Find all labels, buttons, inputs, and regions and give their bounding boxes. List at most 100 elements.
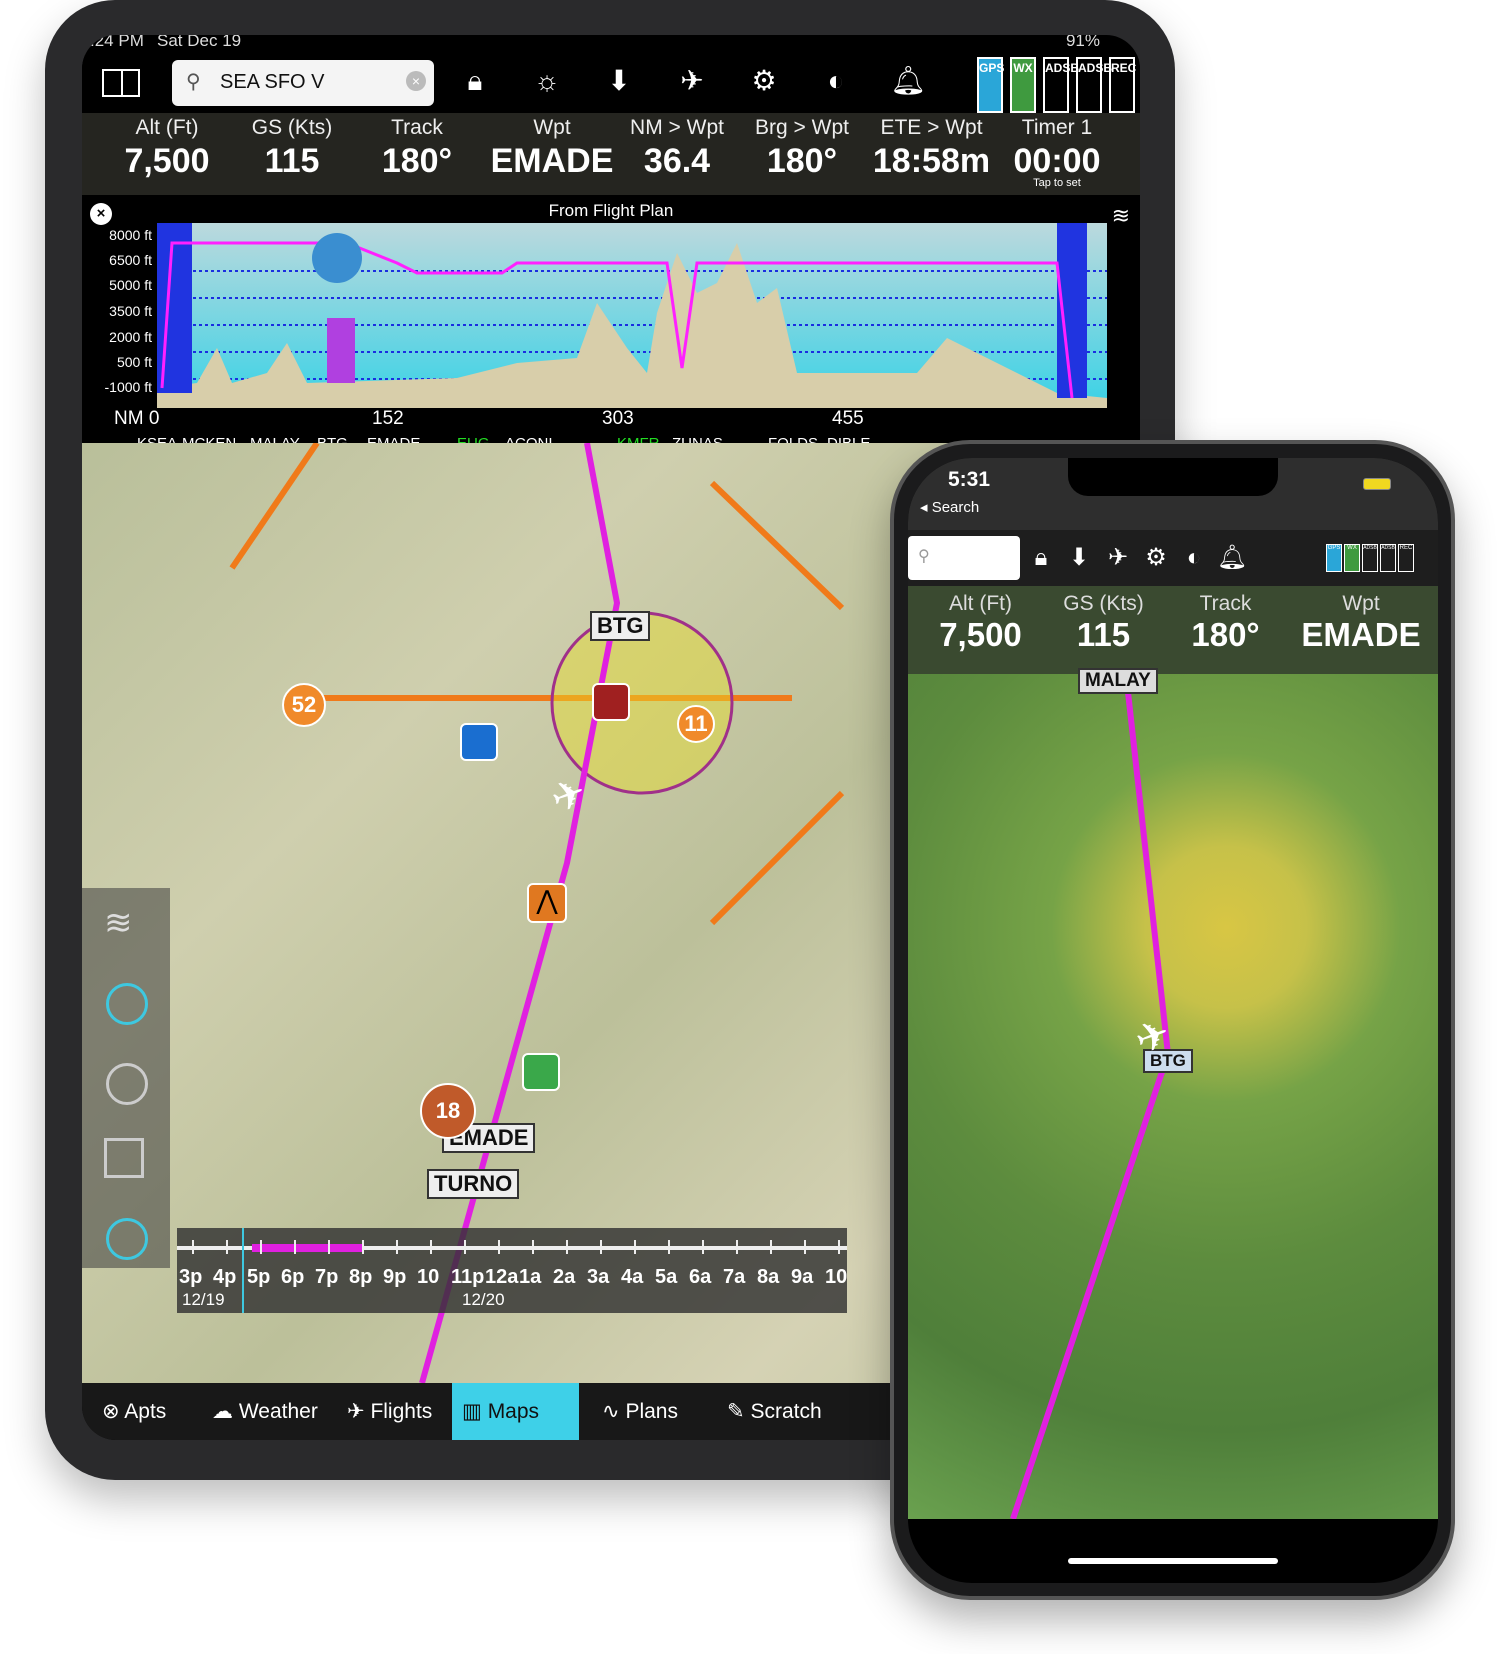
hour-label: 1a: [519, 1266, 542, 1288]
contrast-icon[interactable]: ◐: [818, 63, 854, 99]
restricted-area: [327, 318, 355, 383]
slider-range[interactable]: [252, 1244, 362, 1252]
adsb-badge[interactable]: ADSB: [1043, 57, 1079, 113]
slider-now-marker[interactable]: [242, 1228, 244, 1313]
instrument-nm-wpt[interactable]: NM > Wpt 36.4: [617, 113, 737, 181]
terrain-icon[interactable]: ⋀: [527, 883, 567, 923]
marker-11[interactable]: 11: [677, 705, 715, 743]
layers-icon[interactable]: ≋: [1112, 203, 1130, 229]
weather-time-slider[interactable]: 3p 4p 5p 6p 7p 8p 9p 10 11p 12a 1a 2a 3a 4a 5a 6a 7a 8a 9a…: [177, 1228, 847, 1313]
toolbar: ⚲ SEA SFO V × 🔒︎ ☼ ⬇ ✈ ⚙ ◐ 🔔︎ GPS WX ADSB …: [82, 55, 1140, 115]
bell-icon[interactable]: 🔔︎: [890, 63, 926, 99]
hour-label: 7p: [315, 1266, 339, 1288]
slider-tick: [804, 1240, 806, 1254]
tab-apts[interactable]: ⊗ Apts: [92, 1383, 212, 1440]
gps-badge[interactable]: GPS: [977, 57, 1004, 113]
ownship-marker: [312, 233, 362, 283]
profile-title: From Flight Plan: [548, 201, 674, 220]
phone-route-overlay: [1010, 674, 1172, 1519]
search-icon: ⚲: [918, 548, 930, 565]
back-to-search[interactable]: ◂ Search: [920, 498, 979, 516]
tab-flights[interactable]: ✈ Flights: [337, 1383, 452, 1440]
adsb-badge-2[interactable]: ADSB: [1380, 544, 1396, 572]
instrument-gs[interactable]: GS (Kts) 115: [1041, 592, 1166, 654]
slider-tick: [838, 1240, 840, 1254]
gear-icon[interactable]: ⚙: [746, 63, 782, 99]
phone-search-input[interactable]: ⚲: [908, 536, 1020, 580]
tab-maps[interactable]: ▥ Maps: [452, 1383, 579, 1440]
slider-tick: [634, 1240, 636, 1254]
weather-report-icon-2[interactable]: [592, 683, 630, 721]
instrument-timer[interactable]: Timer 1 00:00 Tap to set: [997, 113, 1117, 189]
gps-badge[interactable]: GPS: [1326, 544, 1342, 572]
download-icon[interactable]: ⬇: [1061, 540, 1097, 576]
wx-badge[interactable]: WX: [1344, 544, 1360, 572]
status-battery: 91%: [1065, 35, 1100, 50]
home-indicator[interactable]: [1068, 1558, 1278, 1564]
instrument-alt[interactable]: Alt (Ft) 7,500: [107, 113, 227, 181]
waypoint-turno[interactable]: TURNO: [427, 1169, 520, 1199]
search-input[interactable]: ⚲ SEA SFO V ×: [172, 60, 434, 106]
phone-status-time: 5:31: [948, 468, 991, 491]
instrument-gs[interactable]: GS (Kts) 115: [232, 113, 352, 181]
brightness-icon[interactable]: ☼: [529, 63, 565, 99]
slider-tick: [430, 1240, 432, 1254]
gear-icon[interactable]: ⚙: [1138, 540, 1174, 576]
y-tick: 500 ft: [116, 354, 152, 370]
weather-report-icon[interactable]: [460, 723, 498, 761]
instrument-wpt[interactable]: Wpt EMADE: [482, 113, 622, 181]
slider-tick: [532, 1240, 534, 1254]
lock-icon[interactable]: 🔒︎: [1023, 540, 1059, 576]
tab-plans[interactable]: ∿ Plans: [592, 1383, 712, 1440]
slider-tick: [260, 1240, 262, 1254]
waypoint-btg[interactable]: BTG: [590, 611, 651, 641]
instrument-alt[interactable]: Alt (Ft) 7,500: [918, 592, 1043, 654]
y-tick: 2000 ft: [109, 329, 152, 345]
instrument-wpt[interactable]: Wpt EMADE: [1286, 592, 1436, 654]
instrument-track[interactable]: Track 180°: [1163, 592, 1288, 654]
3d-view-icon[interactable]: [104, 1138, 144, 1178]
y-tick: -1000 ft: [104, 379, 152, 395]
waypoint-malay[interactable]: MALAY: [1078, 668, 1158, 694]
slider-tick: [498, 1240, 500, 1254]
adsb-badge[interactable]: ADSB: [1362, 544, 1378, 572]
hour-label: 8a: [757, 1266, 780, 1288]
contrast-icon[interactable]: ◐: [1176, 540, 1212, 576]
airplane-icon[interactable]: ✈: [1100, 540, 1136, 576]
date-label: 12/20: [462, 1290, 505, 1309]
hour-label: 9p: [383, 1266, 407, 1288]
download-icon[interactable]: ⬇: [601, 63, 637, 99]
hour-label: 5a: [655, 1266, 678, 1288]
lock-icon[interactable]: 🔒︎: [457, 63, 493, 99]
slider-tick: [464, 1240, 466, 1254]
tab-scratch[interactable]: ✎ Scratch: [717, 1383, 847, 1440]
marker-52[interactable]: 52: [282, 683, 326, 727]
clear-icon[interactable]: ×: [406, 71, 426, 91]
airplane-icon[interactable]: ✈: [674, 63, 710, 99]
slider-tick: [362, 1240, 364, 1254]
rec-badge[interactable]: REC: [1109, 57, 1136, 113]
slider-tick: [600, 1240, 602, 1254]
tree-icon[interactable]: [522, 1053, 560, 1091]
iphone-device: 5:31 ◂ Search ⚲ 🔒︎ ⬇ ✈ ⚙ ◐ 🔔︎ GPS WX ADS…: [890, 440, 1455, 1600]
layers-icon[interactable]: ≋: [104, 903, 133, 943]
iphone-screen: 5:31 ◂ Search ⚲ 🔒︎ ⬇ ✈ ⚙ ◐ 🔔︎ GPS WX ADS…: [908, 458, 1438, 1583]
adsb-badge-2[interactable]: ADSB: [1076, 57, 1112, 113]
slider-tick: [328, 1240, 330, 1254]
notch: [1068, 458, 1278, 496]
tab-weather[interactable]: ☁ Weather: [202, 1383, 342, 1440]
instrument-track[interactable]: Track 180°: [357, 113, 477, 181]
wx-badge[interactable]: WX: [1010, 57, 1036, 113]
phone-weather-map[interactable]: MALAY BTG ✈: [908, 668, 1438, 1519]
profile-chart: [157, 223, 1107, 408]
x-tick: 303: [602, 408, 634, 429]
instrument-ete-wpt[interactable]: ETE > Wpt 18:58m: [864, 113, 999, 181]
rec-badge[interactable]: REC: [1398, 544, 1414, 572]
track-up-icon[interactable]: [106, 983, 148, 1025]
marker-18[interactable]: 18: [420, 1083, 476, 1139]
split-view-icon[interactable]: [102, 69, 140, 97]
bell-icon[interactable]: 🔔︎: [1214, 540, 1250, 576]
compass-icon[interactable]: [106, 1063, 148, 1105]
instrument-brg-wpt[interactable]: Brg > Wpt 180°: [742, 113, 862, 181]
timer-icon[interactable]: [106, 1218, 148, 1260]
